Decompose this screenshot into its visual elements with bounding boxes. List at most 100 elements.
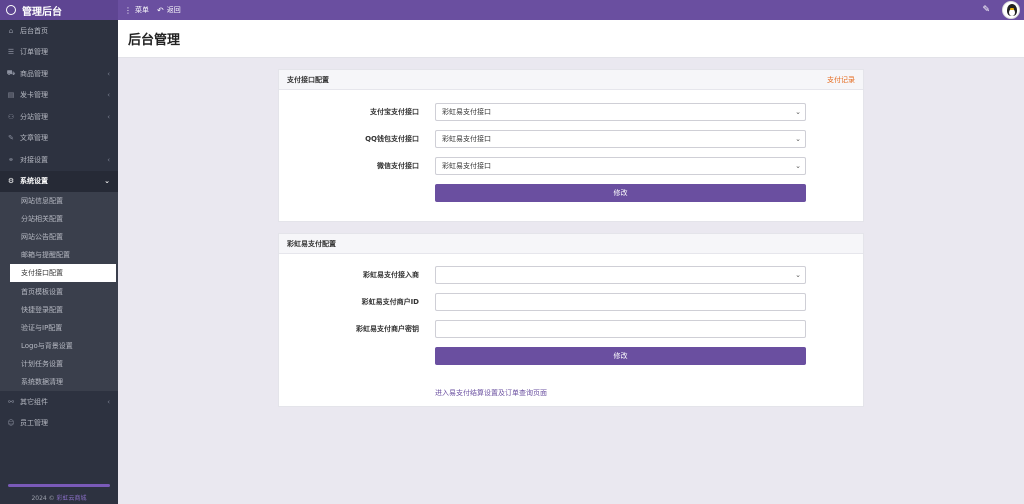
connect-icon: ⚭	[8, 155, 14, 164]
sitemap-icon: ⚇	[7, 112, 15, 121]
epay-provider-select[interactable]: ⌄	[435, 266, 806, 284]
chevron-left-icon: ‹	[107, 112, 110, 121]
epay-provider-label: 彩虹易支付接入商	[363, 271, 419, 279]
sidebar-item-label: 文章管理	[20, 134, 48, 143]
sidebar-item-label: 发卡管理	[20, 91, 48, 100]
submenu-item-5[interactable]: 首页模板设置	[0, 282, 118, 300]
menu-label: 菜单	[135, 6, 149, 14]
article-icon: ✎	[8, 134, 14, 143]
wxpay-select-value: 彩虹易支付接口	[442, 162, 491, 170]
epay-merchant-key-input[interactable]	[435, 320, 806, 338]
qqpay-select-value: 彩虹易支付接口	[442, 135, 491, 143]
payment-config-panel: 支付接口配置 支付记录 支付宝支付接口 彩虹易支付接口 ⌄ QQ钱包支付接口 彩…	[278, 69, 864, 222]
epay-merchant-id-input[interactable]	[435, 293, 806, 311]
chevron-down-icon: ⌄	[795, 271, 801, 279]
submenu-item-2[interactable]: 网站公告配置	[0, 228, 118, 246]
top-bar: 管理后台 ⋮ 菜单 ↶ 返回 ✎	[0, 0, 1024, 20]
epay-panel-title: 彩虹易支付配置	[287, 239, 336, 248]
epay-merchant-key-label: 彩虹易支付商户密钥	[356, 325, 419, 333]
chevron-left-icon: ‹	[107, 91, 110, 100]
sidebar-item-label: 对接设置	[20, 155, 48, 164]
payment-submit-button[interactable]: 修改	[435, 184, 806, 202]
alipay-row: 支付宝支付接口 彩虹易支付接口 ⌄	[279, 103, 865, 121]
alipay-label: 支付宝支付接口	[370, 108, 419, 116]
cart-icon: ⛟	[6, 69, 16, 78]
home-icon: ⌂	[8, 26, 14, 35]
avatar[interactable]	[1002, 1, 1020, 19]
back-button[interactable]: ↶ 返回	[157, 5, 181, 15]
chevron-down-icon: ⌄	[795, 162, 801, 170]
submenu-item-10[interactable]: 系统数据清理	[0, 373, 118, 391]
chevron-down-icon: ⌄	[104, 177, 110, 186]
wxpay-select[interactable]: 彩虹易支付接口 ⌄	[435, 157, 806, 175]
sidebar-item-0[interactable]: ⌂ 后台首页	[0, 20, 118, 42]
sidebar-item-label: 商品管理	[20, 69, 48, 78]
qqpay-select[interactable]: 彩虹易支付接口 ⌄	[435, 130, 806, 148]
sidebar-item-2[interactable]: ⛟ 商品管理 ‹	[0, 63, 118, 85]
wxpay-row: 微信支付接口 彩虹易支付接口 ⌄	[279, 157, 865, 175]
components-icon: ⚯	[8, 397, 14, 406]
app-title: 管理后台	[22, 6, 62, 18]
epay-config-panel: 彩虹易支付配置 彩虹易支付接入商 ⌄ 彩虹易支付商户ID 彩虹易支付商户密钥 修…	[278, 233, 864, 407]
submenu-item-4[interactable]: 支付接口配置	[10, 264, 116, 283]
sidebar-item-7[interactable]: ⚙ 系统设置 ⌄	[0, 170, 118, 192]
submenu-item-6[interactable]: 快捷登录配置	[0, 301, 118, 319]
sidebar: ⌂ 后台首页 ☰ 订单管理 ⛟ 商品管理 ‹ ▤ 发卡管理 ‹ ⚇ 分站管理 ‹ ✎ 文章管理 ⚭ 对接设置 ‹ ⚙…	[0, 20, 118, 504]
epay-provider-row: 彩虹易支付接入商 ⌄	[279, 266, 865, 284]
sidebar-item-label: 员工管理	[20, 419, 48, 428]
submenu-item-8[interactable]: Logo与背景设置	[0, 337, 118, 355]
chevron-down-icon: ⌄	[795, 135, 801, 143]
page-header: 后台管理	[118, 20, 1024, 58]
chevron-down-icon: ⌄	[795, 108, 801, 116]
page-title: 后台管理	[128, 33, 181, 48]
submenu-item-9[interactable]: 计划任务设置	[0, 355, 118, 373]
sidebar-item-label: 系统设置	[20, 177, 48, 186]
back-arrow-icon: ↶	[157, 5, 164, 15]
submenu-item-1[interactable]: 分站相关配置	[0, 210, 118, 228]
brand[interactable]: 管理后台	[0, 0, 118, 20]
user-icon: ☺	[7, 419, 15, 428]
payment-records-link[interactable]: 支付记录	[827, 75, 855, 85]
menu-toggle-button[interactable]: ⋮ 菜单	[124, 5, 149, 15]
list-icon: ☰	[7, 48, 15, 57]
payment-panel-title: 支付接口配置	[287, 75, 329, 84]
sidebar-item-6[interactable]: ⚭ 对接设置 ‹	[0, 149, 118, 171]
sidebar-scrollbar[interactable]	[8, 484, 110, 487]
gear-icon: ⚙	[7, 177, 15, 186]
sidebar-item-1[interactable]: ☰ 订单管理	[0, 42, 118, 64]
system-settings-submenu: 网站信息配置 分站相关配置 网站公告配置 邮箱与提醒配置 支付接口配置 首页模板设置 快捷登…	[0, 192, 118, 392]
menu-dots-icon: ⋮	[124, 5, 132, 15]
chevron-left-icon: ‹	[107, 397, 110, 406]
sidebar-item-label: 后台首页	[20, 26, 48, 35]
footer-brand-link[interactable]: 彩虹云商城	[57, 495, 87, 502]
qqpay-label: QQ钱包支付接口	[365, 135, 419, 143]
card-icon: ▤	[7, 91, 15, 100]
chevron-left-icon: ‹	[107, 69, 110, 78]
sidebar-item-label: 订单管理	[20, 48, 48, 57]
sidebar-item-label: 分站管理	[20, 112, 48, 121]
logo-icon	[6, 5, 16, 15]
submenu-item-0[interactable]: 网站信息配置	[0, 192, 118, 210]
submenu-item-7[interactable]: 验证与IP配置	[0, 319, 118, 337]
sidebar-item-4[interactable]: ⚇ 分站管理 ‹	[0, 106, 118, 128]
alipay-select[interactable]: 彩虹易支付接口 ⌄	[435, 103, 806, 121]
sidebar-item-5[interactable]: ✎ 文章管理	[0, 128, 118, 150]
alipay-select-value: 彩虹易支付接口	[442, 108, 491, 116]
sidebar-footer: 2024 © 彩虹云商城	[0, 482, 118, 504]
sidebar-bottom-item-1[interactable]: ☺ 员工管理	[0, 413, 118, 435]
copyright: 2024 © 彩虹云商城	[31, 495, 87, 502]
epay-settlement-link[interactable]: 进入易支付结算设置及订单查询页面	[435, 388, 547, 398]
sidebar-item-label: 其它组件	[20, 397, 48, 406]
epay-submit-button[interactable]: 修改	[435, 347, 806, 365]
epay-merchant-id-row: 彩虹易支付商户ID	[279, 293, 865, 311]
epay-merchant-id-label: 彩虹易支付商户ID	[361, 298, 419, 306]
back-label: 返回	[166, 6, 181, 14]
sidebar-bottom-item-0[interactable]: ⚯ 其它组件 ‹	[0, 391, 118, 413]
wrench-icon[interactable]: ✎	[982, 5, 990, 15]
wxpay-label: 微信支付接口	[377, 162, 419, 170]
chevron-left-icon: ‹	[107, 155, 110, 164]
sidebar-item-3[interactable]: ▤ 发卡管理 ‹	[0, 85, 118, 107]
epay-merchant-key-row: 彩虹易支付商户密钥	[279, 320, 865, 338]
qqpay-row: QQ钱包支付接口 彩虹易支付接口 ⌄	[279, 130, 865, 148]
submenu-item-3[interactable]: 邮箱与提醒配置	[0, 246, 118, 264]
